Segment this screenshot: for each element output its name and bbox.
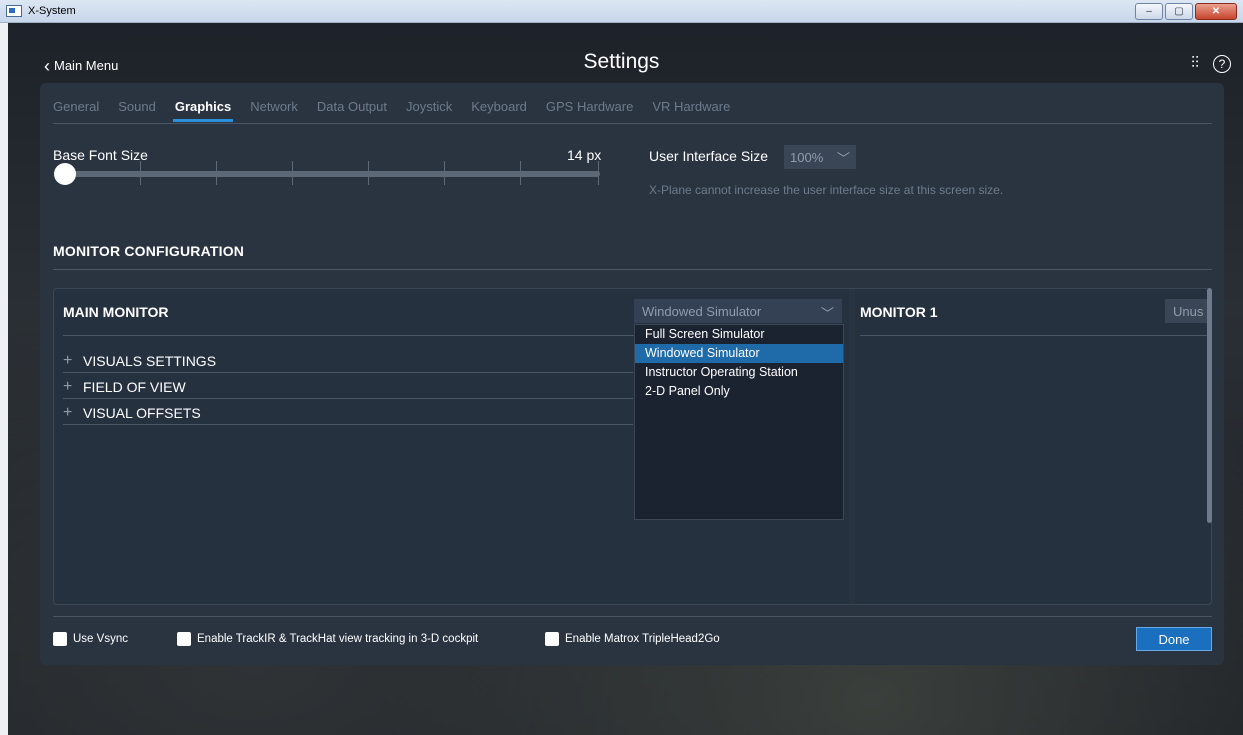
checkbox-box	[53, 632, 67, 646]
visual-offsets-expander[interactable]: + VISUAL OFFSETS	[63, 401, 633, 425]
main-monitor-title: MAIN MONITOR	[63, 304, 169, 320]
checkbox-label: Enable TrackIR & TrackHat view tracking …	[197, 633, 479, 645]
tabs-divider	[53, 123, 1212, 124]
expander-label: VISUAL OFFSETS	[83, 404, 201, 421]
close-button[interactable]: ✕	[1195, 3, 1237, 20]
chevron-down-icon: ﹀	[836, 151, 850, 166]
section-divider	[53, 269, 1212, 270]
tab-general[interactable]: General	[53, 99, 99, 114]
slider-tick	[368, 161, 369, 185]
footer-divider	[53, 616, 1212, 617]
checkbox-box	[545, 632, 559, 646]
ui-size-label: User Interface Size	[649, 148, 769, 164]
tab-sound[interactable]: Sound	[118, 99, 156, 114]
tab-gps-hardware[interactable]: GPS Hardware	[546, 99, 633, 114]
checkbox-label: Use Vsync	[73, 633, 128, 645]
slider-tick	[140, 161, 141, 185]
ui-size-note: X-Plane cannot increase the user interfa…	[649, 183, 1004, 197]
minimize-button[interactable]: –	[1135, 3, 1163, 20]
tab-network[interactable]: Network	[250, 99, 298, 114]
help-icon[interactable]: ?	[1213, 55, 1231, 73]
window-border	[0, 23, 8, 735]
option-windowed[interactable]: Windowed Simulator	[635, 344, 843, 363]
tab-joystick[interactable]: Joystick	[406, 99, 452, 114]
base-font-size-label: Base Font Size	[53, 147, 148, 163]
tab-data-output[interactable]: Data Output	[317, 99, 387, 114]
monitor-1-divider	[860, 335, 1211, 336]
font-size-slider-track[interactable]	[60, 171, 600, 177]
plus-icon: +	[63, 403, 73, 421]
mixer-icon[interactable]: ⫶⫶	[1191, 55, 1199, 73]
expander-label: VISUALS SETTINGS	[83, 352, 217, 369]
page-title: Settings	[583, 50, 660, 73]
option-2d-panel[interactable]: 2-D Panel Only	[635, 382, 843, 401]
monitor-mode-value: Windowed Simulator	[642, 303, 762, 319]
tab-bar: General Sound Graphics Network Data Outp…	[53, 99, 749, 122]
slider-tick	[292, 161, 293, 185]
window-title: X-System	[28, 5, 76, 17]
app-icon	[6, 5, 22, 17]
visuals-settings-expander[interactable]: + VISUALS SETTINGS	[63, 349, 633, 373]
ui-size-select[interactable]: 100% ﹀	[784, 145, 856, 169]
done-button[interactable]: Done	[1136, 627, 1212, 651]
slider-tick	[520, 161, 521, 185]
maximize-button[interactable]: ▢	[1165, 3, 1193, 20]
expander-label: FIELD OF VIEW	[83, 378, 186, 395]
ui-size-value: 100%	[790, 149, 824, 165]
header-icons: ⫶⫶ ?	[1191, 55, 1231, 73]
vertical-scrollbar[interactable]	[1207, 288, 1212, 523]
base-font-size-value: 14 px	[567, 147, 602, 163]
plus-icon: +	[63, 351, 73, 369]
tab-keyboard[interactable]: Keyboard	[471, 99, 527, 114]
monitor-config-title: MONITOR CONFIGURATION	[53, 243, 245, 259]
monitor-config-box: MAIN MONITOR + VISUALS SETTINGS + FIELD …	[53, 288, 1212, 605]
slider-tick	[598, 161, 599, 185]
chevron-down-icon: ﹀	[820, 306, 834, 321]
font-size-slider-handle[interactable]	[54, 163, 76, 185]
monitor-mode-dropdown: Full Screen Simulator Windowed Simulator…	[634, 324, 844, 520]
checkbox-label: Enable Matrox TripleHead2Go	[565, 633, 720, 645]
vsync-checkbox[interactable]: Use Vsync	[53, 632, 128, 646]
monitor-1-title: MONITOR 1	[860, 304, 938, 320]
trackir-checkbox[interactable]: Enable TrackIR & TrackHat view tracking …	[177, 632, 478, 646]
matrox-checkbox[interactable]: Enable Matrox TripleHead2Go	[545, 632, 720, 646]
tab-graphics[interactable]: Graphics	[172, 99, 234, 122]
window-controls: – ▢ ✕	[1135, 3, 1237, 20]
monitor-1-mode-select[interactable]: Unus	[1165, 299, 1211, 323]
option-full-screen[interactable]: Full Screen Simulator	[635, 325, 843, 344]
slider-tick	[444, 161, 445, 185]
checkbox-box	[177, 632, 191, 646]
settings-panel: General Sound Graphics Network Data Outp…	[40, 83, 1224, 665]
monitor-mode-select[interactable]: Windowed Simulator ﹀	[634, 299, 842, 323]
field-of-view-expander[interactable]: + FIELD OF VIEW	[63, 375, 633, 399]
monitor-column-divider	[849, 289, 855, 604]
slider-tick	[216, 161, 217, 185]
option-instructor-station[interactable]: Instructor Operating Station	[635, 363, 843, 382]
tab-vr-hardware[interactable]: VR Hardware	[652, 99, 730, 114]
plus-icon: +	[63, 377, 73, 395]
window-titlebar: X-System – ▢ ✕	[0, 0, 1243, 23]
